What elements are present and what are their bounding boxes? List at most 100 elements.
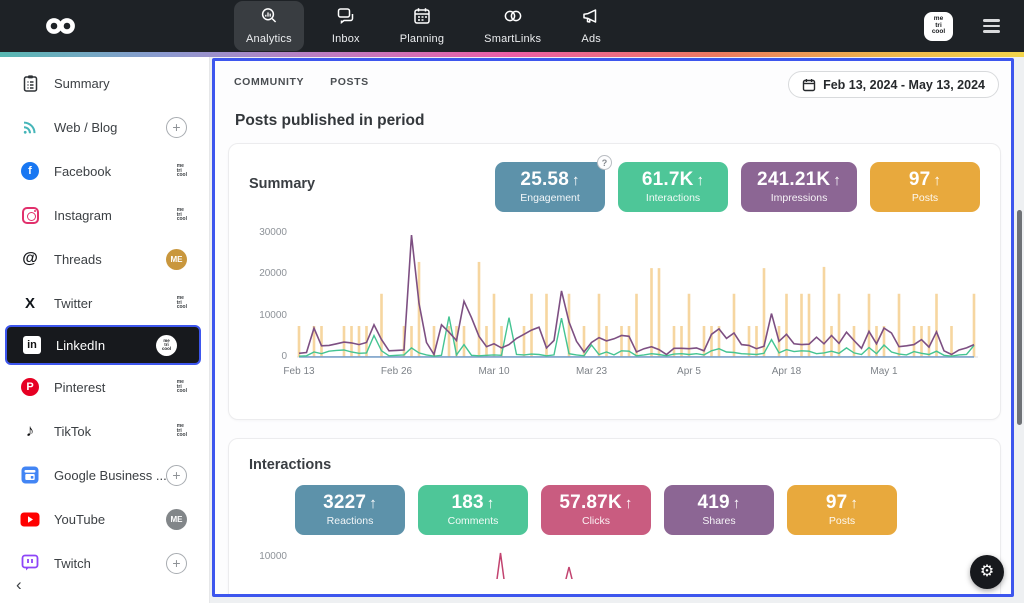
- navbar-right: me tri cool: [924, 0, 1000, 52]
- gear-icon: ⚙: [980, 564, 994, 580]
- sidebar-item-label: Web / Blog: [54, 120, 117, 135]
- sidebar-item-twitch[interactable]: Twitch +: [0, 541, 209, 585]
- chart-plot-area[interactable]: [295, 228, 980, 360]
- tab-posts[interactable]: POSTS: [330, 76, 369, 88]
- posts-bar: [485, 326, 488, 357]
- metricool-logo-icon[interactable]: [44, 16, 78, 36]
- page-scrollbar-thumb[interactable]: [1017, 210, 1022, 425]
- sidebar-item-youtube[interactable]: YouTube ME: [0, 497, 209, 541]
- help-icon[interactable]: ?: [597, 155, 612, 170]
- interactions-card: Interactions 3227↑ Reactions 183↑ Commen…: [228, 438, 1001, 597]
- posts-bar: [320, 326, 323, 357]
- posts-bar: [710, 326, 713, 357]
- planning-icon: [412, 6, 432, 31]
- metric-tile-interactions[interactable]: 61.7K↑ Interactions: [618, 162, 728, 212]
- add-connection-icon[interactable]: +: [166, 553, 187, 574]
- interactions-card-title: Interactions: [249, 457, 980, 473]
- metric-tile-engagement[interactable]: ? 25.58↑ Engagement: [495, 162, 605, 212]
- x-tick-label: Mar 23: [576, 366, 607, 377]
- summary-card: Summary ? 25.58↑ Engagement 61.7K↑ Inter…: [228, 143, 1001, 420]
- metric-tile-clicks[interactable]: 57.87K↑ Clicks: [541, 485, 651, 535]
- metric-tile-reactions[interactable]: 3227↑ Reactions: [295, 485, 405, 535]
- metric-tile-shares[interactable]: 419↑ Shares: [664, 485, 774, 535]
- sidebar-item-tiktok[interactable]: ♪ TikTok metricool: [0, 409, 209, 453]
- posts-bar: [950, 326, 953, 357]
- metric-tile-impressions[interactable]: 241.21K↑ Impressions: [741, 162, 857, 212]
- posts-bar: [650, 268, 653, 357]
- x-tick-label: Feb 26: [381, 366, 412, 377]
- nav-planning[interactable]: Planning: [388, 1, 456, 51]
- x-tick-label: Apr 18: [772, 366, 801, 377]
- profile-badge: ME: [166, 509, 187, 530]
- nav-smartlinks[interactable]: SmartLinks: [472, 1, 553, 51]
- posts-bar: [808, 294, 811, 357]
- tab-community[interactable]: COMMUNITY: [234, 76, 304, 88]
- nav-ads[interactable]: Ads: [569, 1, 613, 51]
- summary-chart-svg: [295, 228, 980, 360]
- metricool-brand-badge: metricool: [177, 208, 187, 222]
- sidebar-item-label: Facebook: [54, 164, 111, 179]
- sidebar-item-label: Twitch: [54, 556, 91, 571]
- metric-tile-comments[interactable]: 183↑ Comments: [418, 485, 528, 535]
- account-badge-line: cool: [932, 29, 945, 36]
- summary-metric-tiles: ? 25.58↑ Engagement 61.7K↑ Interactions …: [495, 162, 980, 212]
- trend-up-icon: ↑: [933, 172, 941, 189]
- date-range-picker[interactable]: Feb 13, 2024 - May 13, 2024: [788, 71, 999, 98]
- tiktok-icon: ♪: [19, 421, 41, 441]
- trend-up-icon: ↑: [487, 495, 495, 512]
- posts-bar: [410, 326, 413, 357]
- interactions-chart-svg: [295, 551, 980, 579]
- metricool-brand-badge: metricool: [177, 424, 187, 438]
- sidebar-item-google-business[interactable]: Google Business ... +: [0, 453, 209, 497]
- sidebar-item-facebook[interactable]: f Facebook metricool: [0, 149, 209, 193]
- account-badge[interactable]: me tri cool: [924, 12, 953, 41]
- trend-up-icon: ↑: [733, 495, 741, 512]
- sidebar-item-label: Instagram: [54, 208, 112, 223]
- menu-icon[interactable]: [983, 19, 1000, 32]
- trend-up-icon: ↑: [369, 495, 377, 512]
- summary-clipboard-icon: [19, 74, 41, 93]
- nav-label: Inbox: [332, 33, 360, 45]
- posts-bar: [358, 326, 361, 357]
- nav-inbox[interactable]: Inbox: [320, 1, 372, 51]
- nav-analytics[interactable]: Analytics: [234, 1, 304, 51]
- x-tick-label: Mar 10: [478, 366, 509, 377]
- posts-bar: [673, 326, 676, 357]
- sidebar-item-twitter[interactable]: X Twitter metricool: [0, 281, 209, 325]
- x-tick-label: Apr 5: [677, 366, 701, 377]
- sidebar-item-label: LinkedIn: [56, 338, 105, 353]
- trend-up-icon: ↑: [697, 172, 705, 189]
- sidebar-item-web-blog[interactable]: Web / Blog +: [0, 105, 209, 149]
- metric-tile-posts[interactable]: 97↑ Posts: [870, 162, 980, 212]
- calendar-icon: [802, 78, 816, 92]
- sidebar-item-label: YouTube: [54, 512, 105, 527]
- sidebar-item-instagram[interactable]: Instagram metricool: [0, 193, 209, 237]
- ads-icon: [581, 6, 601, 31]
- metric-tile-posts-2[interactable]: 97↑ Posts: [787, 485, 897, 535]
- sidebar-collapse-button[interactable]: ‹: [10, 573, 28, 597]
- posts-bar: [785, 294, 788, 357]
- sidebar-item-label: Twitter: [54, 296, 92, 311]
- posts-bar: [755, 326, 758, 357]
- sidebar-item-pinterest[interactable]: P Pinterest metricool: [0, 365, 209, 409]
- sidebar-item-linkedin[interactable]: in LinkedIn metricool: [5, 325, 201, 365]
- add-connection-icon[interactable]: +: [166, 465, 187, 486]
- posts-bar: [530, 294, 533, 357]
- metricool-brand-badge: metricool: [156, 335, 177, 356]
- summary-card-title: Summary: [249, 176, 315, 192]
- metricool-brand-badge: metricool: [177, 296, 187, 310]
- youtube-icon: [19, 512, 41, 527]
- x-tick-label: May 1: [870, 366, 897, 377]
- posts-bar: [658, 268, 661, 357]
- nav-label: Planning: [400, 33, 444, 45]
- trend-up-icon: ↑: [572, 172, 580, 189]
- sidebar-item-threads[interactable]: @ Threads ME: [0, 237, 209, 281]
- trend-up-icon: ↑: [833, 172, 841, 189]
- add-connection-icon[interactable]: +: [166, 117, 187, 138]
- smartlinks-icon: [503, 6, 523, 31]
- sidebar-item-summary[interactable]: Summary: [0, 61, 209, 105]
- settings-fab[interactable]: ⚙: [970, 555, 1004, 589]
- interactions-chart: 10000: [249, 551, 980, 579]
- analytics-icon: [259, 6, 279, 31]
- chart-plot-area[interactable]: [295, 551, 980, 579]
